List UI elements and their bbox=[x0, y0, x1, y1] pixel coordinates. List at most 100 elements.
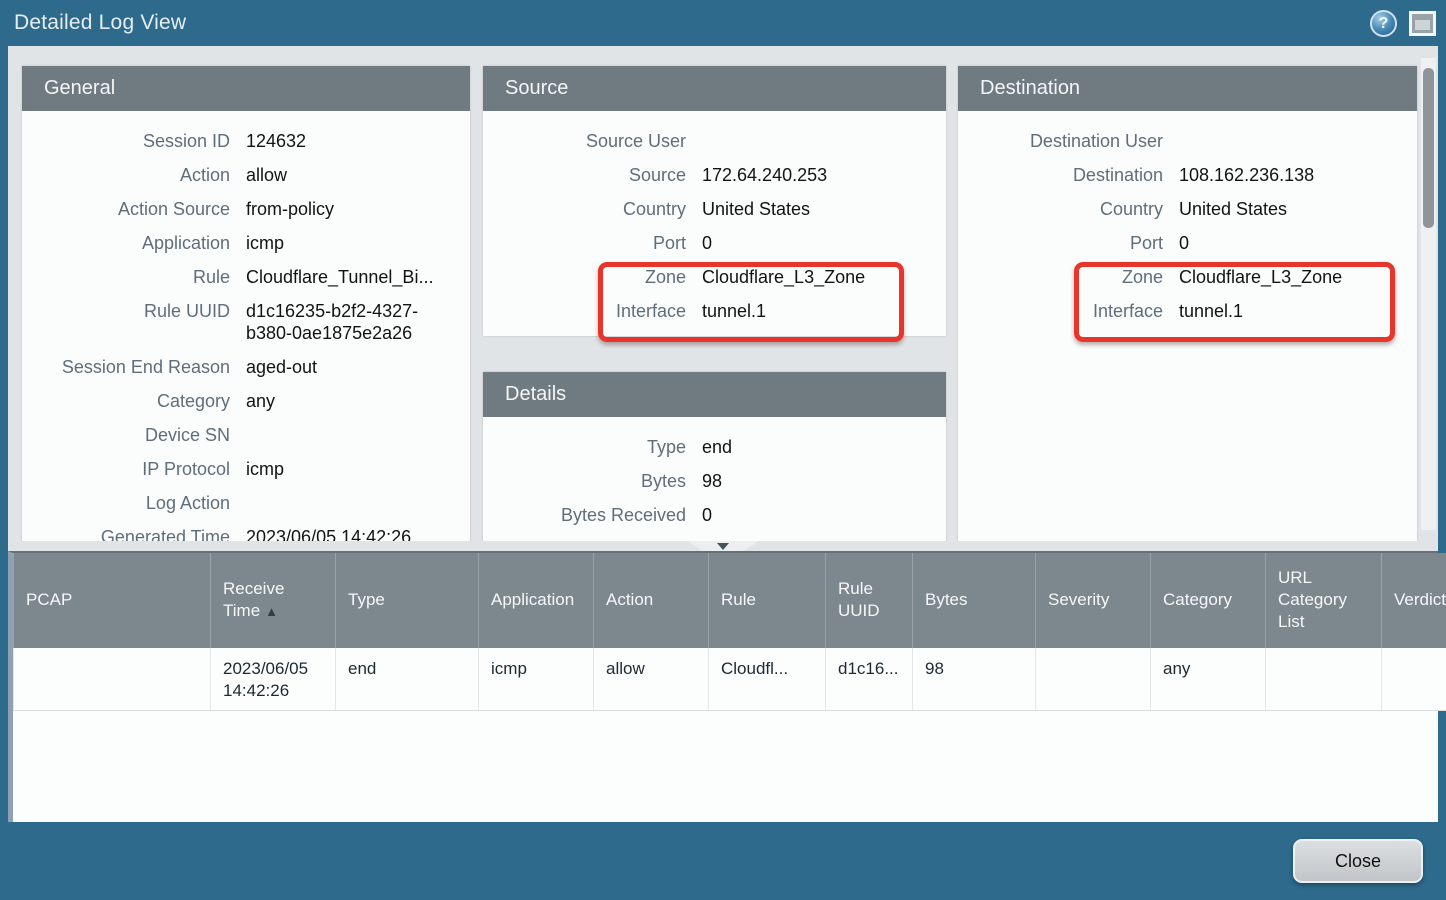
field-value: 172.64.240.253 bbox=[702, 164, 827, 186]
field-value: United States bbox=[1179, 198, 1287, 220]
general-panel-title: General bbox=[22, 66, 470, 111]
column-header[interactable]: Receive Time▲ bbox=[211, 553, 336, 648]
vertical-scrollbar[interactable] bbox=[1421, 58, 1436, 530]
column-header-label: Action bbox=[606, 590, 653, 609]
column-header[interactable]: URL Category List bbox=[1266, 553, 1382, 648]
field-label: Bytes bbox=[493, 470, 686, 492]
log-table-cell: Cloudfl... bbox=[709, 648, 826, 711]
field-label: IP Protocol bbox=[32, 458, 230, 480]
field-row: Source 172.64.240.253 bbox=[493, 158, 936, 192]
close-button[interactable]: Close bbox=[1293, 839, 1423, 883]
field-value: aged-out bbox=[246, 356, 317, 378]
field-row: Generated Time 2023/06/05 14:42:26 bbox=[32, 520, 460, 541]
window-icon[interactable] bbox=[1409, 11, 1436, 36]
scrollbar-thumb[interactable] bbox=[1423, 68, 1434, 228]
field-row: Destination User bbox=[968, 124, 1407, 158]
field-row: Application icmp bbox=[32, 226, 460, 260]
detailed-log-view-dialog: Detailed Log View ? General Session ID 1… bbox=[0, 0, 1446, 900]
log-table-section: PCAP Receive Time▲ Type Application Acti… bbox=[8, 551, 1438, 822]
source-panel: Source Source User Source 172.64.240.253… bbox=[483, 66, 946, 336]
field-row: Country United States bbox=[968, 192, 1407, 226]
column-header[interactable]: Verdict bbox=[1382, 553, 1446, 648]
field-label: Device SN bbox=[32, 424, 230, 446]
help-icon[interactable]: ? bbox=[1370, 10, 1397, 37]
column-header-label: Severity bbox=[1048, 590, 1109, 609]
column-header-label: Verdict bbox=[1394, 590, 1446, 609]
field-label: Port bbox=[968, 232, 1163, 254]
log-table-cell: allow bbox=[594, 648, 709, 711]
field-label: Application bbox=[32, 232, 230, 254]
field-label: Action Source bbox=[32, 198, 230, 220]
column-header[interactable]: Category bbox=[1151, 553, 1266, 648]
field-value: United States bbox=[702, 198, 810, 220]
column-header[interactable]: Severity bbox=[1036, 553, 1151, 648]
field-label: Interface bbox=[968, 300, 1163, 322]
field-row: Destination 108.162.236.138 bbox=[968, 158, 1407, 192]
field-row: Type end bbox=[493, 430, 936, 464]
field-label: Destination User bbox=[968, 130, 1163, 152]
field-value: 108.162.236.138 bbox=[1179, 164, 1314, 186]
destination-panel-body: Destination User Destination 108.162.236… bbox=[958, 111, 1417, 336]
log-table: PCAP Receive Time▲ Type Application Acti… bbox=[13, 553, 1446, 711]
field-label: Type bbox=[493, 436, 686, 458]
field-label: Country bbox=[968, 198, 1163, 220]
field-value: any bbox=[246, 390, 275, 412]
field-row: Interface tunnel.1 bbox=[493, 294, 936, 328]
log-table-cell bbox=[1266, 648, 1382, 711]
details-panel: Details Type end Bytes 98 Bytes Received bbox=[483, 372, 946, 541]
field-value: Cloudflare_L3_Zone bbox=[1179, 266, 1342, 288]
log-table-cell: end bbox=[336, 648, 479, 711]
log-table-cell: 2023/06/05 14:42:26 bbox=[211, 648, 336, 711]
field-label: Interface bbox=[493, 300, 686, 322]
column-header[interactable]: Bytes bbox=[913, 553, 1036, 648]
title-bar: Detailed Log View ? bbox=[0, 0, 1446, 46]
field-label: Log Action bbox=[32, 492, 230, 514]
field-value: allow bbox=[246, 164, 287, 186]
field-row: Action Source from-policy bbox=[32, 192, 460, 226]
field-row: Source User bbox=[493, 124, 936, 158]
field-value: 124632 bbox=[246, 130, 306, 152]
log-table-cell bbox=[1382, 648, 1446, 711]
field-value: tunnel.1 bbox=[702, 300, 766, 322]
field-label: Action bbox=[32, 164, 230, 186]
log-detail-top-section: General Session ID 124632 Action allow A… bbox=[8, 46, 1438, 541]
field-label: Country bbox=[493, 198, 686, 220]
field-value: Cloudflare_Tunnel_Bi... bbox=[246, 266, 433, 288]
field-label: Session End Reason bbox=[32, 356, 230, 378]
field-row: Bytes Received 0 bbox=[493, 498, 936, 532]
column-header-label: Category bbox=[1163, 590, 1232, 609]
destination-panel-title: Destination bbox=[958, 66, 1417, 111]
bottom-bar: Close bbox=[0, 822, 1446, 900]
log-table-cell bbox=[1036, 648, 1151, 711]
destination-panel: Destination Destination User Destination… bbox=[958, 66, 1417, 541]
sort-ascending-icon: ▲ bbox=[265, 604, 278, 619]
field-row: Category any bbox=[32, 384, 460, 418]
field-value: d1c16235-b2f2-4327-b380-0ae1875e2a26 bbox=[246, 300, 458, 344]
source-panel-body: Source User Source 172.64.240.253 Countr… bbox=[483, 111, 946, 336]
field-label: Source User bbox=[493, 130, 686, 152]
column-header[interactable]: Application bbox=[479, 553, 594, 648]
field-label: Zone bbox=[493, 266, 686, 288]
column-header[interactable]: Action bbox=[594, 553, 709, 648]
field-row: Interface tunnel.1 bbox=[968, 294, 1407, 328]
column-header[interactable]: Rule UUID bbox=[826, 553, 913, 648]
column-header[interactable]: Rule bbox=[709, 553, 826, 648]
log-table-row[interactable]: 2023/06/05 14:42:26 end icmp allow Cloud… bbox=[14, 648, 1446, 711]
field-label: Rule bbox=[32, 266, 230, 288]
field-value: 0 bbox=[1179, 232, 1189, 254]
field-row: Port 0 bbox=[493, 226, 936, 260]
column-header-label: Rule bbox=[721, 590, 756, 609]
field-row: Session End Reason aged-out bbox=[32, 350, 460, 384]
column-header[interactable]: Type bbox=[336, 553, 479, 648]
field-value: 2023/06/05 14:42:26 bbox=[246, 526, 411, 541]
field-row: Rule Cloudflare_Tunnel_Bi... bbox=[32, 260, 460, 294]
field-label: Destination bbox=[968, 164, 1163, 186]
field-row: Rule UUID d1c16235-b2f2-4327-b380-0ae187… bbox=[32, 294, 460, 350]
column-header-label: Rule UUID bbox=[838, 579, 880, 620]
field-row: Country United States bbox=[493, 192, 936, 226]
field-value: tunnel.1 bbox=[1179, 300, 1243, 322]
field-label: Zone bbox=[968, 266, 1163, 288]
log-table-header-row: PCAP Receive Time▲ Type Application Acti… bbox=[14, 553, 1446, 648]
column-header[interactable]: PCAP bbox=[14, 553, 211, 648]
field-value: icmp bbox=[246, 458, 284, 480]
